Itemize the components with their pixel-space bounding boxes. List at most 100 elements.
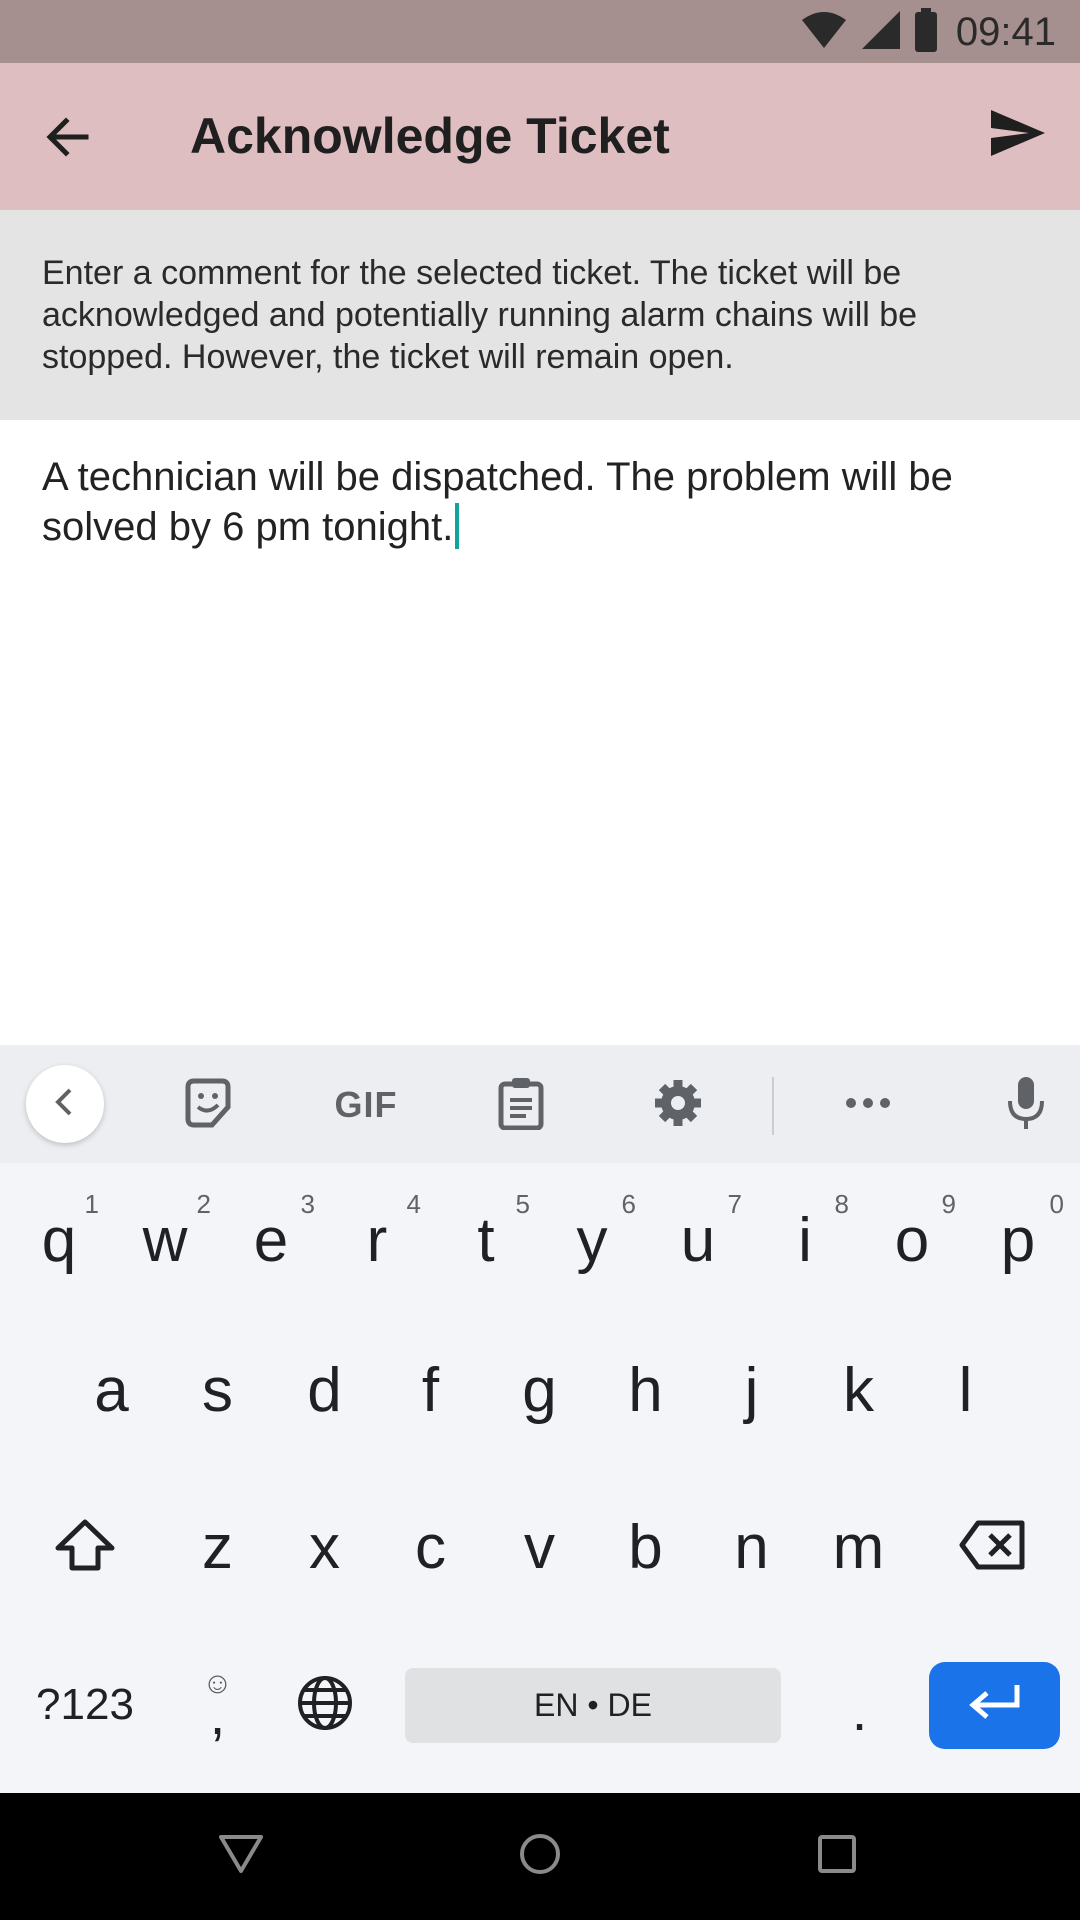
symbols-key[interactable]: ?123: [22, 1655, 148, 1755]
key-hint: 0: [1049, 1189, 1064, 1219]
period-label: .: [851, 1678, 868, 1742]
key-h[interactable]: h: [598, 1335, 693, 1445]
clipboard-button[interactable]: [483, 1067, 559, 1143]
circle-home-icon: [518, 1832, 562, 1881]
key-label: v: [524, 1512, 555, 1582]
clipboard-icon: [497, 1076, 545, 1135]
key-label: e: [253, 1205, 289, 1275]
key-l[interactable]: l: [918, 1335, 1013, 1445]
key-k[interactable]: k: [811, 1335, 906, 1445]
gear-icon: [652, 1077, 704, 1134]
key-label: r: [366, 1205, 388, 1275]
key-r[interactable]: r4: [331, 1185, 423, 1295]
key-label: c: [415, 1512, 446, 1582]
key-label: n: [734, 1512, 769, 1582]
key-x[interactable]: x: [277, 1492, 372, 1602]
battery-icon: [914, 7, 938, 57]
back-button[interactable]: [28, 99, 108, 179]
key-label: x: [309, 1512, 340, 1582]
period-key[interactable]: .: [812, 1655, 907, 1755]
triangle-back-icon: [218, 1834, 264, 1879]
more-options-button[interactable]: [830, 1067, 906, 1143]
cellular-signal-icon: [860, 9, 902, 56]
nav-home-button[interactable]: [505, 1821, 575, 1891]
key-v[interactable]: v: [492, 1492, 587, 1602]
key-label: b: [628, 1512, 663, 1582]
send-icon: [989, 108, 1047, 163]
key-s[interactable]: s: [170, 1335, 265, 1445]
keyboard: GIF q1 w2 e3 r4 t5 y6 u7 i8 o9 p 0 a s d…: [0, 1045, 1080, 1793]
key-label: s: [202, 1355, 233, 1425]
key-label: i: [798, 1205, 812, 1275]
key-label: f: [421, 1355, 440, 1425]
page-title: Acknowledge Ticket: [190, 108, 670, 164]
key-u[interactable]: u7: [652, 1185, 744, 1295]
enter-key[interactable]: [929, 1662, 1060, 1749]
emoji-hint: ☺: [202, 1667, 233, 1700]
key-n[interactable]: n: [704, 1492, 799, 1602]
navigation-bar: [0, 1793, 1080, 1920]
key-p[interactable]: p0: [972, 1185, 1064, 1295]
send-button[interactable]: [978, 95, 1058, 175]
key-d[interactable]: d: [277, 1335, 372, 1445]
key-label: m: [832, 1512, 885, 1582]
key-y[interactable]: y6: [546, 1185, 638, 1295]
comment-field[interactable]: A technician will be dispatched. The pro…: [0, 420, 1080, 1045]
key-i[interactable]: i8: [759, 1185, 851, 1295]
voice-input-button[interactable]: [988, 1067, 1064, 1143]
key-q[interactable]: q1: [13, 1185, 105, 1295]
backspace-key[interactable]: [930, 1492, 1056, 1602]
toolbar-divider: [772, 1077, 774, 1135]
status-time: 09:41: [955, 9, 1056, 54]
key-a[interactable]: a: [64, 1335, 159, 1445]
key-b[interactable]: b: [598, 1492, 693, 1602]
key-m[interactable]: m: [811, 1492, 906, 1602]
key-z[interactable]: z: [170, 1492, 265, 1602]
status-bar: 09:41: [0, 0, 1080, 63]
key-e[interactable]: e3: [225, 1185, 317, 1295]
key-w[interactable]: w2: [119, 1185, 211, 1295]
key-hint: 9: [941, 1189, 956, 1219]
nav-recents-button[interactable]: [802, 1821, 872, 1891]
key-label: l: [958, 1355, 973, 1425]
space-key[interactable]: EN • DE: [405, 1668, 781, 1743]
key-c[interactable]: c: [383, 1492, 478, 1602]
key-f[interactable]: f: [383, 1335, 478, 1445]
key-label: w: [142, 1205, 188, 1275]
key-label: k: [843, 1355, 874, 1425]
key-hint: 5: [515, 1189, 530, 1219]
key-label: j: [744, 1355, 759, 1425]
key-hint: 4: [406, 1189, 421, 1219]
key-hint: 2: [196, 1189, 211, 1219]
key-label: y: [576, 1205, 608, 1275]
language-key[interactable]: [277, 1655, 372, 1755]
gif-button[interactable]: GIF: [328, 1067, 404, 1143]
comment-text: A technician will be dispatched. The pro…: [42, 455, 953, 549]
key-hint: 6: [621, 1189, 636, 1219]
globe-icon: [296, 1674, 354, 1737]
key-o[interactable]: o9: [866, 1185, 958, 1295]
key-label: a: [94, 1355, 129, 1425]
sticker-icon: [182, 1077, 234, 1134]
arrow-back-icon: [44, 113, 92, 166]
sticker-button[interactable]: [170, 1067, 246, 1143]
status-icons: 09:41: [800, 7, 1056, 57]
shift-icon: [54, 1518, 116, 1577]
key-g[interactable]: g: [492, 1335, 587, 1445]
key-hint: 8: [834, 1189, 849, 1219]
comma-key[interactable]: ☺ ,: [170, 1655, 265, 1755]
collapse-toolbar-button[interactable]: [26, 1065, 104, 1143]
key-label: q: [41, 1205, 77, 1275]
info-text: Enter a comment for the selected ticket.…: [42, 254, 918, 376]
key-label: z: [202, 1512, 233, 1582]
key-label: p: [1000, 1205, 1036, 1275]
chevron-left-icon: [50, 1084, 80, 1125]
key-label: d: [307, 1355, 342, 1425]
key-j[interactable]: j: [704, 1335, 799, 1445]
key-hint: 1: [84, 1189, 99, 1219]
settings-button[interactable]: [640, 1067, 716, 1143]
key-t[interactable]: t5: [440, 1185, 532, 1295]
app-bar: Acknowledge Ticket: [0, 63, 1080, 210]
shift-key[interactable]: [22, 1492, 148, 1602]
nav-back-button[interactable]: [206, 1821, 276, 1891]
